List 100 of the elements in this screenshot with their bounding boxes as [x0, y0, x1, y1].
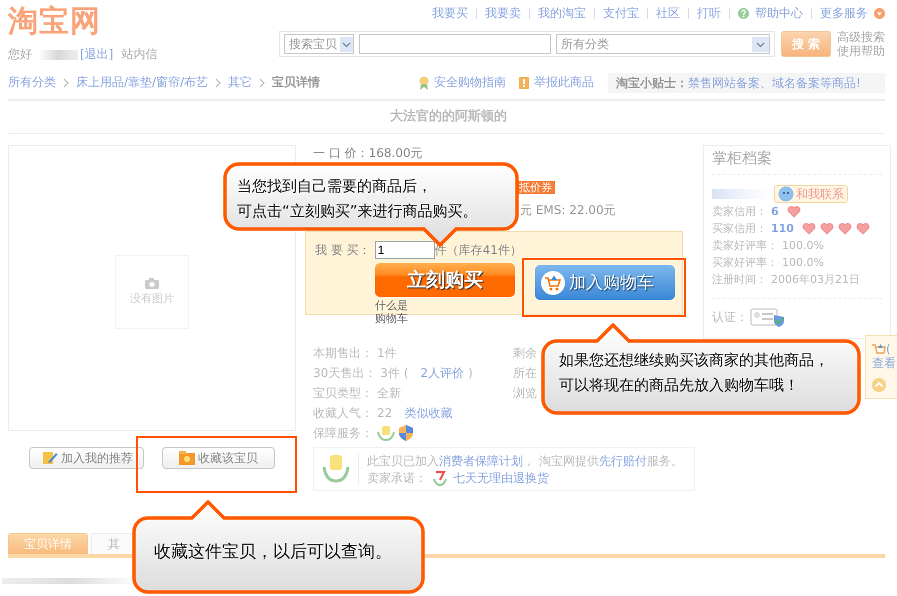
heart-icon: [802, 222, 816, 235]
bag-hands-icon: [377, 424, 395, 442]
promise-link[interactable]: 七天无理由退换货: [453, 470, 549, 486]
price-label: 一 口 价：: [313, 146, 369, 160]
id-card-icon: [750, 307, 786, 327]
stat-label: 30天售出：: [313, 364, 376, 382]
nav-link[interactable]: 社区: [656, 4, 680, 22]
scope-select[interactable]: 搜索宝贝: [284, 34, 354, 54]
seller-info-value: 100.0%: [782, 256, 824, 269]
stat-value: 1件: [377, 344, 397, 362]
dropdown-icon: [340, 36, 353, 52]
folder-icon: [179, 451, 195, 465]
seller-info-value: 2006年03月21日: [771, 272, 860, 287]
buy-now-button[interactable]: 立刻购买: [375, 263, 515, 297]
nav-link[interactable]: 打听: [697, 4, 721, 22]
stat-label: 所在: [513, 364, 537, 382]
nav-link[interactable]: 帮助中心: [755, 4, 803, 22]
stat-label: 收藏人气：: [313, 404, 373, 422]
tooltip-text: 当您找到自己需要的商品后，: [237, 176, 432, 197]
nav-link[interactable]: 我的淘宝: [538, 4, 586, 22]
help-icon: [738, 8, 749, 18]
seller-info-label: 注册时间：: [712, 272, 767, 287]
stat-link[interactable]: 2人评价: [420, 364, 464, 382]
cert-label: 认证：: [712, 308, 748, 326]
blurred-name: [38, 50, 78, 60]
cart-icon: [541, 270, 565, 294]
greeting-text: 您好: [8, 46, 32, 63]
cart-help-link[interactable]: 购物车: [375, 312, 408, 325]
category-select[interactable]: 所有分类: [556, 34, 770, 54]
chat-icon: [778, 186, 794, 202]
messages-link[interactable]: 站内信: [121, 46, 158, 63]
tooltip-text: 可以将现在的商品先放入购物车哦！: [559, 375, 799, 396]
tab[interactable]: 宝贝详情: [8, 533, 88, 554]
dropdown-icon: [874, 8, 885, 18]
link[interactable]: 安全购物指南: [434, 74, 506, 91]
heart-icon: [820, 222, 834, 235]
view-link[interactable]: 查看: [872, 356, 897, 370]
chevron-icon: [259, 78, 266, 88]
stat-label: 宝贝类型：: [313, 384, 373, 402]
tooltip-text: 可点击“立刻购买”来进行商品购买。: [237, 201, 478, 222]
heart-icon: [786, 205, 801, 218]
flag-icon: [518, 76, 530, 90]
seller-info-value: 6: [771, 205, 779, 218]
stat-label: 本期售出：: [313, 344, 373, 362]
stat-value: 3件 (: [380, 364, 408, 382]
stat-value: 22: [377, 406, 392, 420]
cart-help-link[interactable]: 什么是: [375, 299, 408, 312]
seller-info-label: 卖家好评率：: [712, 238, 778, 253]
heart-icon: [838, 222, 852, 235]
stat-link[interactable]: 类似收藏: [404, 404, 452, 422]
stat-value: ): [468, 366, 473, 380]
recommend-button[interactable]: 加入我的推荐: [29, 447, 144, 469]
stat-label: 剩余: [513, 344, 537, 362]
seller-info-label: 卖家信用：: [712, 204, 767, 219]
guarantee-text: 此宝贝已加入消费者保障计划， 淘宝网提供先行赔付服务。: [367, 452, 683, 470]
nav-link[interactable]: 更多服务: [820, 4, 868, 22]
camera-icon: [145, 278, 159, 289]
breadcrumb-link[interactable]: 其它: [228, 74, 252, 91]
coupon-tag: 抵价券: [516, 181, 555, 194]
promise-label: 卖家承诺：: [367, 470, 427, 486]
shipping-text: 元 EMS: 22.00元: [520, 202, 616, 219]
price-value: 168.00元: [368, 146, 423, 160]
contact-button[interactable]: 和我联系: [774, 185, 848, 203]
link[interactable]: 举报此商品: [534, 74, 594, 91]
nav-link[interactable]: 支付宝: [603, 4, 639, 22]
nav-link[interactable]: 我要卖: [485, 4, 521, 22]
search-button[interactable]: 搜 索: [781, 31, 831, 57]
item-title: 大法官的的阿斯顿的: [389, 108, 508, 126]
heart-icon: [856, 222, 870, 235]
chevron-icon: [215, 78, 222, 88]
stat-value: 全新: [377, 384, 401, 402]
add-to-cart-button[interactable]: 加入购物车: [535, 265, 675, 300]
ribbon-icon: [418, 76, 430, 90]
shield-icon: [399, 425, 413, 441]
logo[interactable]: 淘宝网: [8, 4, 158, 40]
logout-link[interactable]: [退出]: [80, 46, 114, 63]
seller-info-value: 110: [771, 222, 794, 235]
stock-text: （库存41件）: [446, 242, 522, 258]
breadcrumb-link[interactable]: 床上用品/靠垫/窗帘/布艺: [76, 74, 208, 91]
dropdown-icon: [752, 36, 769, 52]
stat-label: 浏览: [513, 384, 537, 402]
bag-hands-icon: [322, 453, 359, 485]
breadcrumb-current[interactable]: 宝贝详情: [272, 74, 320, 91]
cart-icon: [872, 342, 886, 356]
seven-badge-icon: [433, 470, 447, 486]
quantity-field[interactable]: 1: [374, 241, 435, 259]
seller-info-label: 买家好评率：: [712, 255, 778, 270]
nav-link[interactable]: 我要买: [432, 4, 468, 22]
search-link[interactable]: 使用帮助: [837, 44, 885, 58]
seller-info-label: 买家信用：: [712, 221, 767, 236]
favorite-button[interactable]: 收藏该宝贝: [162, 447, 275, 469]
tip-link[interactable]: 禁售网站备案、域名备案等商品!: [688, 74, 861, 92]
search-link[interactable]: 高级搜索: [837, 30, 885, 44]
tip-label: 淘宝小贴士：: [616, 74, 688, 92]
seller-info-value: 100.0%: [782, 239, 824, 252]
seller-title: 掌柜档案: [712, 146, 882, 175]
chevron-icon: [63, 78, 69, 88]
breadcrumb-link[interactable]: 所有分类: [8, 74, 56, 91]
search-field[interactable]: [359, 34, 551, 54]
cart-count-text: (: [886, 342, 891, 356]
